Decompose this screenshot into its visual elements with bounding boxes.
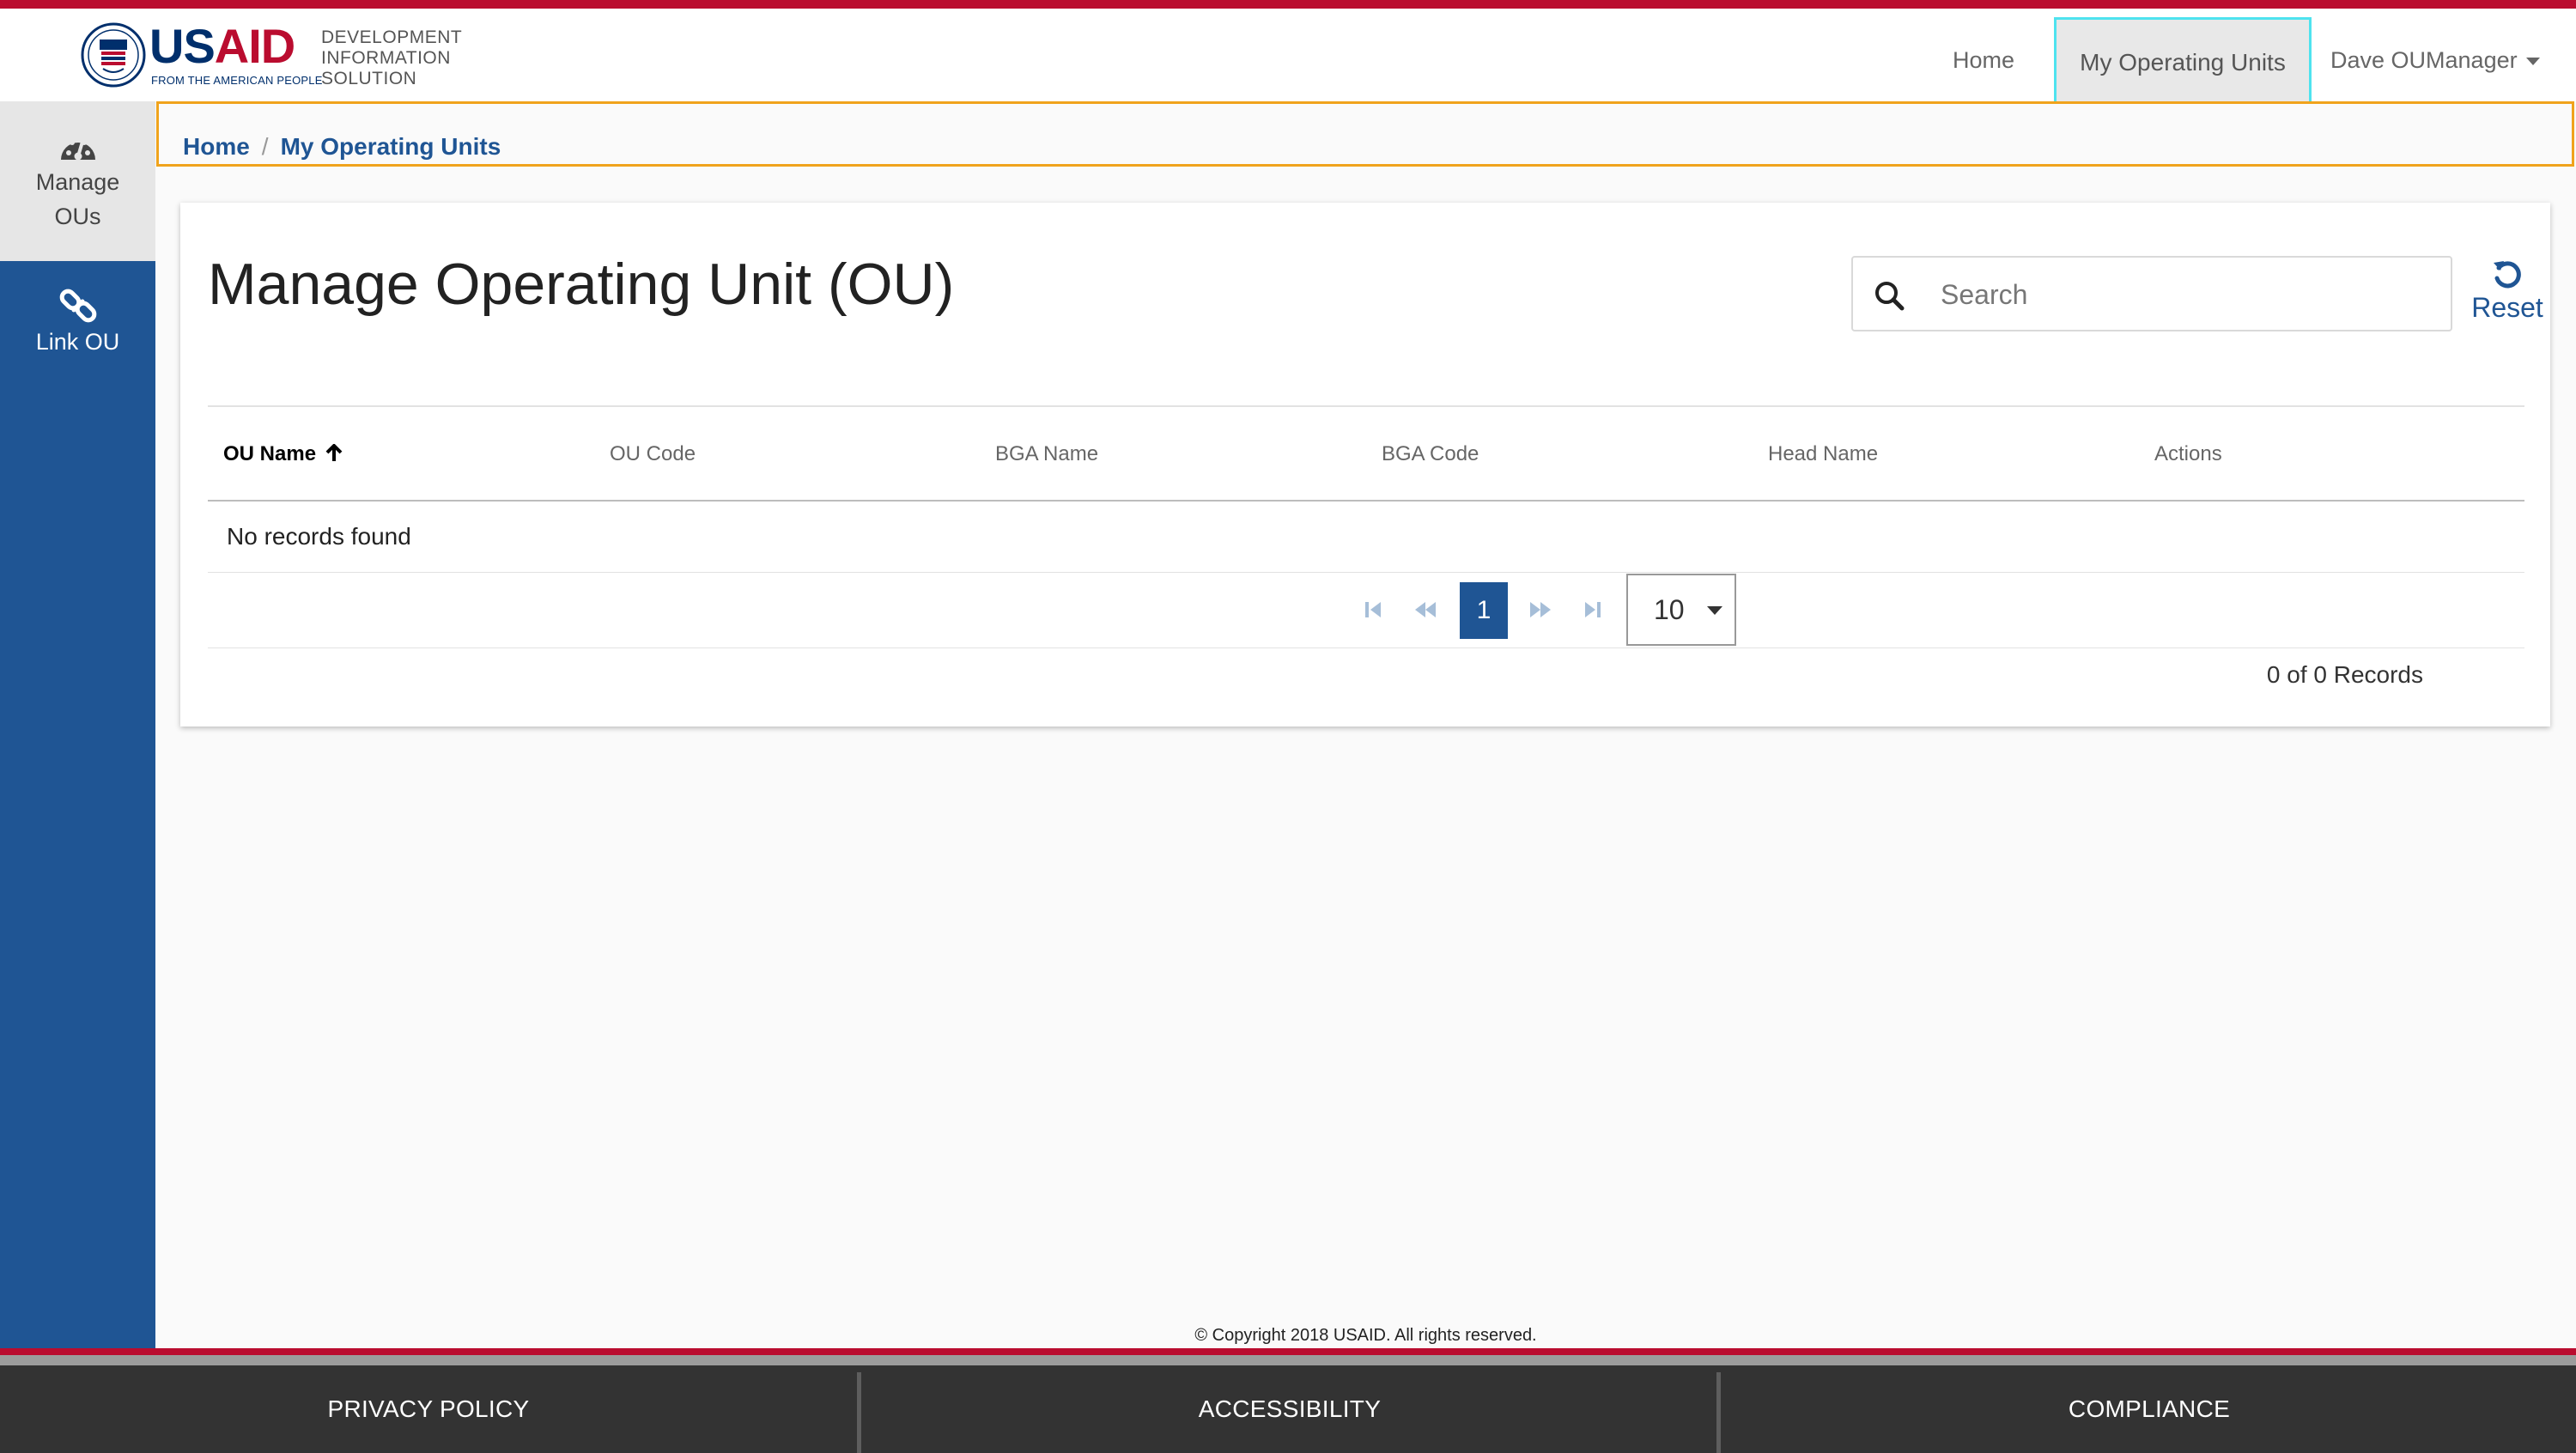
breadcrumb-home-link[interactable]: Home xyxy=(183,133,250,160)
reset-icon xyxy=(2494,261,2521,289)
page-size-select[interactable]: 10 xyxy=(1626,574,1736,646)
page-title: Manage Operating Unit (OU) xyxy=(208,252,955,317)
breadcrumb: Home / My Operating Units xyxy=(156,101,2574,167)
nav-home-link[interactable]: Home xyxy=(1942,17,2025,103)
column-header-head-name[interactable]: Head Name xyxy=(1768,407,1878,502)
search-input[interactable] xyxy=(1939,270,2423,319)
next-page-icon[interactable] xyxy=(1523,593,1558,627)
sidebar-item-label: Link OU xyxy=(35,329,120,355)
app-name-line: INFORMATION xyxy=(321,48,451,68)
column-header-bga-name[interactable]: BGA Name xyxy=(995,407,1098,502)
table-row-divider xyxy=(208,572,2524,573)
footer-gray-stripe xyxy=(0,1355,2576,1365)
table-footer-divider xyxy=(208,647,2524,648)
records-summary: 0 of 0 Records xyxy=(2266,661,2423,688)
breadcrumb-separator: / xyxy=(261,133,269,160)
last-page-icon[interactable] xyxy=(1575,593,1609,627)
column-header-label: OU Name xyxy=(223,442,317,465)
accessibility-link[interactable]: ACCESSIBILITY xyxy=(861,1365,1718,1453)
sidebar-item-link-ou[interactable]: Link OU xyxy=(0,273,155,385)
copyright-text: © Copyright 2018 USAID. All rights reser… xyxy=(155,1322,2576,1348)
app-name-line: DEVELOPMENT xyxy=(321,27,463,47)
user-menu-dropdown[interactable]: Dave OUManager xyxy=(2330,17,2540,103)
dashboard-icon xyxy=(60,140,95,161)
top-brand-stripe xyxy=(0,0,2576,9)
footer-red-stripe xyxy=(0,1348,2576,1355)
logo-wordmark: USAID xyxy=(149,19,295,73)
chevron-down-icon xyxy=(2525,58,2540,66)
logo-wordmark-aid: AID xyxy=(214,19,295,73)
search-icon xyxy=(1875,282,1905,311)
sidebar-item-label: Manage xyxy=(35,169,120,195)
sidebar-item-label: OUs xyxy=(54,204,101,229)
first-page-icon[interactable] xyxy=(1357,593,1391,627)
user-name: Dave OUManager xyxy=(2330,47,2518,73)
sidebar-item-manage-ous[interactable]: Manage OUs xyxy=(0,101,155,261)
app-name-line: SOLUTION xyxy=(321,69,417,88)
breadcrumb-trail: Home / My Operating Units xyxy=(183,133,501,161)
footer: PRIVACY POLICY ACCESSIBILITY COMPLIANCE xyxy=(0,1365,2576,1453)
table-header-divider xyxy=(208,500,2524,502)
reset-button[interactable]: Reset xyxy=(2464,258,2550,324)
page-size-value: 10 xyxy=(1654,594,1685,625)
logo-tagline: FROM THE AMERICAN PEOPLE xyxy=(151,74,323,87)
empty-table-message: No records found xyxy=(227,523,411,550)
sidebar: Manage OUs Link OU xyxy=(0,101,155,1348)
usaid-seal-icon xyxy=(81,22,146,88)
top-header: USAID FROM THE AMERICAN PEOPLE DEVELOPME… xyxy=(0,9,2576,106)
reset-label: Reset xyxy=(2471,292,2543,323)
caret-down-icon xyxy=(1707,606,1722,615)
pagination: 1 10 xyxy=(1357,574,1786,646)
column-header-ou-code[interactable]: OU Code xyxy=(610,407,696,502)
previous-page-icon[interactable] xyxy=(1408,593,1443,627)
column-header-ou-name[interactable]: OU Name xyxy=(223,407,343,502)
app-name: DEVELOPMENT INFORMATION SOLUTION xyxy=(321,27,462,89)
privacy-policy-link[interactable]: PRIVACY POLICY xyxy=(0,1365,857,1453)
column-header-actions: Actions xyxy=(2154,442,2222,465)
arrow-up-icon xyxy=(325,443,343,461)
nav-my-operating-units-link[interactable]: My Operating Units xyxy=(2054,17,2312,106)
search-box[interactable] xyxy=(1851,256,2452,331)
table-header: OU Name OU Code BGA Name BGA Code Head N… xyxy=(208,407,2524,502)
link-icon xyxy=(59,289,96,323)
compliance-link[interactable]: COMPLIANCE xyxy=(1721,1365,2576,1453)
column-header-bga-code[interactable]: BGA Code xyxy=(1382,407,1479,502)
main-card: Manage Operating Unit (OU) Reset OU Name… xyxy=(180,203,2550,726)
page-1-button[interactable]: 1 xyxy=(1460,582,1508,639)
breadcrumb-my-operating-units-link[interactable]: My Operating Units xyxy=(281,133,501,160)
usaid-logo[interactable]: USAID FROM THE AMERICAN PEOPLE DEVELOPME… xyxy=(81,21,476,89)
